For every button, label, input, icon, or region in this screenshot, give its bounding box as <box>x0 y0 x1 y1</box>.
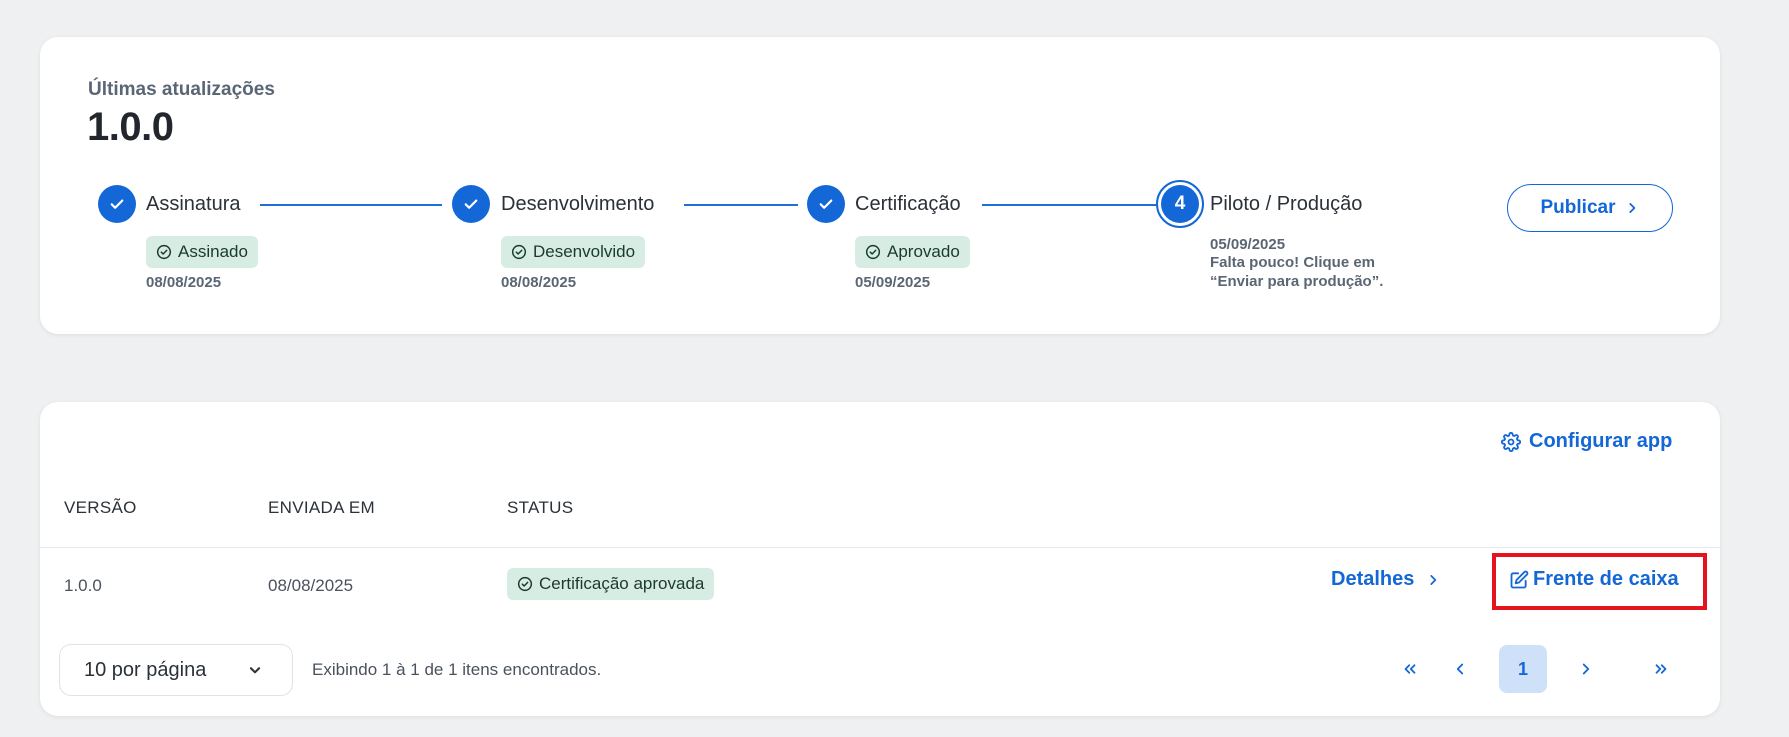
configure-app-link[interactable]: Configurar app <box>1501 430 1672 453</box>
step-2-badge: Desenvolvido <box>501 236 646 268</box>
chevron-right-icon <box>1629 203 1636 213</box>
step-1-title: Assinatura <box>146 193 241 215</box>
check-circle-icon <box>517 576 533 592</box>
step-4-note-line-2: “Enviar para produção”. <box>1210 273 1384 290</box>
publish-button-label: Publicar <box>1540 197 1616 218</box>
check-circle-icon <box>156 244 172 260</box>
column-header-version: VERSÃO <box>64 498 137 517</box>
step-3-date: 05/09/2025 <box>855 274 931 291</box>
results-summary: Exibindo 1 à 1 de 1 itens encontrados. <box>312 660 602 679</box>
step-1-check-icon <box>98 185 136 223</box>
last-page-button[interactable] <box>1637 645 1685 693</box>
step-4-title: Piloto / Produção <box>1210 193 1363 215</box>
step-4-number: 4 <box>1161 185 1199 223</box>
publish-button[interactable]: Publicar <box>1507 184 1673 232</box>
column-header-sent-at: ENVIADA EM <box>268 498 375 517</box>
details-link[interactable]: Detalhes <box>1331 568 1440 591</box>
column-header-status: STATUS <box>507 498 574 517</box>
gear-icon <box>1501 431 1521 452</box>
double-chevron-left-icon <box>1404 664 1416 674</box>
current-version: 1.0.0 <box>87 105 174 149</box>
first-page-button[interactable] <box>1386 645 1434 693</box>
step-1-badge-label: Assinado <box>178 242 248 261</box>
step-3-title: Certificação <box>855 193 961 215</box>
step-3-badge-label: Aprovado <box>887 242 960 261</box>
step-4-note-line-1: Falta pouco! Clique em <box>1210 254 1376 271</box>
step-4-date: 05/09/2025 <box>1210 236 1286 253</box>
chevron-down-icon <box>249 667 261 674</box>
updates-card: Últimas atualizações 1.0.0 Assinatura As… <box>40 37 1720 334</box>
step-2-date: 08/08/2025 <box>501 274 577 291</box>
next-page-button[interactable] <box>1562 645 1610 693</box>
step-2-check-icon <box>452 185 490 223</box>
step-1-date: 08/08/2025 <box>146 274 222 291</box>
per-page-value: 10 por página <box>84 658 207 681</box>
status-badge: Certificação aprovada <box>507 568 715 600</box>
chevron-right-icon <box>1582 663 1590 675</box>
check-circle-icon <box>511 244 527 260</box>
frente-de-caixa-label: Frente de caixa <box>1533 568 1679 590</box>
frente-de-caixa-link[interactable]: Frente de caixa <box>1509 568 1679 591</box>
step-2-title: Desenvolvimento <box>501 193 655 215</box>
page-button-current[interactable]: 1 <box>1499 645 1547 693</box>
step-connector <box>684 204 798 206</box>
versions-card: Configurar app VERSÃO ENVIADA EM STATUS … <box>40 402 1720 716</box>
cell-sent-at: 08/08/2025 <box>268 576 354 595</box>
step-4-note: Falta pouco! Clique em “Enviar para prod… <box>1210 253 1383 291</box>
previous-page-button[interactable] <box>1436 645 1484 693</box>
header-divider <box>40 547 1720 548</box>
step-4-indicator: 4 <box>1156 180 1204 228</box>
status-badge-label: Certificação aprovada <box>539 574 705 593</box>
chevron-right-icon <box>1430 574 1437 585</box>
double-chevron-right-icon <box>1655 664 1667 674</box>
details-label: Detalhes <box>1331 568 1415 590</box>
check-circle-icon <box>865 244 881 260</box>
edit-icon <box>1510 570 1529 588</box>
step-3-check-icon <box>807 185 845 223</box>
step-3-badge: Aprovado <box>855 236 970 268</box>
step-2-badge-label: Desenvolvido <box>533 242 636 261</box>
chevron-left-icon <box>1456 663 1464 675</box>
updates-label: Últimas atualizações <box>88 79 275 100</box>
step-connector <box>260 204 442 206</box>
step-1-badge: Assinado <box>146 236 258 268</box>
configure-app-label: Configurar app <box>1529 430 1673 452</box>
per-page-select[interactable]: 10 por página <box>59 644 293 696</box>
cell-version: 1.0.0 <box>64 576 102 595</box>
